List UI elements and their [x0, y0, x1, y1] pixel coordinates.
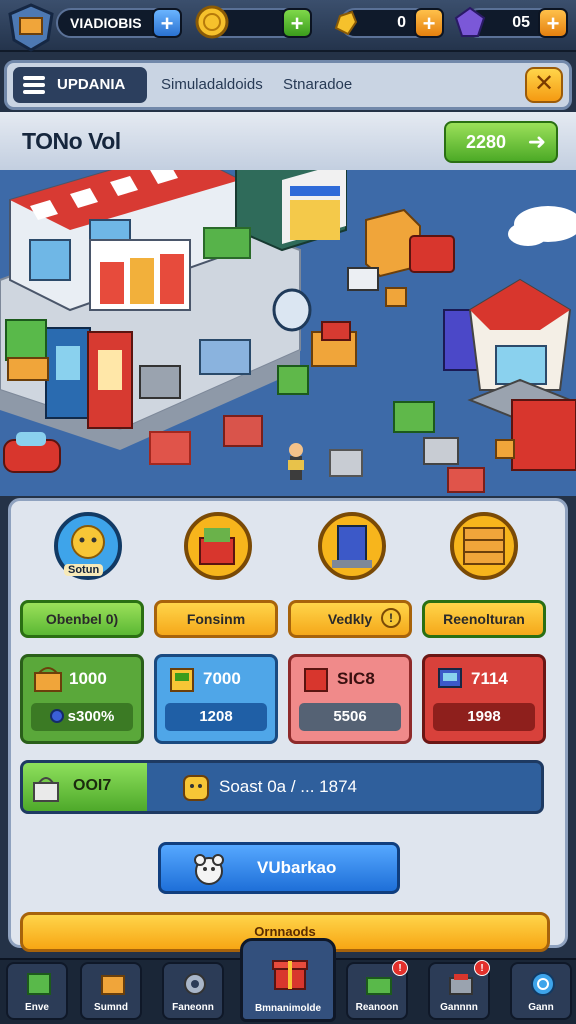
shelf-icon[interactable] — [448, 510, 520, 582]
register-icon — [170, 668, 194, 692]
category-button-1[interactable]: Obenbel 0) — [20, 600, 144, 638]
stat-card-2[interactable]: 7000 1208 — [154, 654, 278, 744]
progress-label: OOI7 — [73, 777, 112, 794]
stat-1-value: 1000 — [69, 669, 107, 688]
gem-pill: 0 + — [334, 8, 444, 38]
category-button-3-label: Vedkly — [327, 611, 373, 627]
tab-standard[interactable]: Stnaradoe — [283, 67, 352, 103]
energy-pill: 05 + — [454, 6, 568, 38]
stat-4-value: 7114 — [471, 669, 508, 688]
main-action-label: VUbarkao — [257, 858, 337, 877]
store-value-button[interactable]: 2280 ➜ — [444, 121, 558, 163]
close-button[interactable]: ✕ — [525, 67, 563, 103]
tab-updania[interactable]: UPDANIA — [13, 67, 147, 103]
store-title: TONo Vol — [22, 128, 121, 154]
category-button-4[interactable]: Reenolturan — [422, 600, 546, 638]
main-action-button[interactable]: VUbarkao — [158, 842, 400, 894]
nav-item-5[interactable]: ! Reanoon — [346, 960, 408, 1020]
box-icon — [101, 975, 125, 995]
player-name-pill: VIADIOBIS + — [56, 8, 182, 38]
gear-icon — [49, 709, 64, 723]
nav-label-6: Gannnn — [440, 1002, 478, 1013]
tab-simulation[interactable]: Simuladaldoids — [161, 67, 263, 103]
category-name: Sotun — [64, 564, 104, 576]
nav-label-3: Faneonn — [172, 1002, 214, 1013]
gem-add-button[interactable]: + — [414, 8, 444, 38]
category-button-3[interactable]: Vedkly ! — [288, 600, 412, 638]
box-icon[interactable] — [316, 510, 388, 582]
gear-icon — [184, 973, 206, 995]
notification-badge: ! — [392, 960, 408, 976]
face-icon — [183, 775, 209, 801]
crate-icon — [304, 668, 328, 692]
stat-4-sub: 1998 — [433, 703, 535, 731]
monitor-icon — [438, 668, 462, 688]
stat-1-sub-text: s300% — [67, 708, 115, 725]
basket-icon — [33, 777, 59, 802]
tab-label: UPDANIA — [57, 76, 126, 93]
stat-card-1[interactable]: 1000 s300% — [20, 654, 144, 744]
stat-3-sub: 5506 — [299, 703, 401, 731]
register-icon — [449, 974, 473, 995]
basket-icon — [34, 667, 62, 692]
game-screen: VIADIOBIS + + 0 + 05 + UPDANIA Simuladal… — [0, 0, 576, 1024]
nav-item-6[interactable]: ! Gannnn — [428, 960, 490, 1020]
stat-1-sub: s300% — [31, 703, 133, 731]
stat-card-4[interactable]: 7114 1998 — [422, 654, 546, 744]
energy-add-button[interactable]: + — [538, 8, 568, 38]
coin-pill: + — [195, 5, 312, 39]
nav-label-1: Enve — [25, 1002, 49, 1013]
nav-label-2: Sumnd — [94, 1002, 128, 1013]
nav-label-center: Bmnanimolde — [254, 1003, 322, 1014]
cash-icon — [366, 977, 392, 995]
store-shield-icon[interactable] — [6, 2, 56, 52]
progress-text: Soast 0a / ... 1874 — [219, 777, 357, 796]
stat-card-3[interactable]: SIC8 5506 — [288, 654, 412, 744]
bear-icon — [194, 854, 224, 885]
isometric-store-illustration — [0, 170, 576, 496]
menu-icon — [23, 76, 45, 94]
cart-icon[interactable] — [182, 510, 254, 582]
crate-icon — [27, 973, 51, 995]
progress-bar: OOI7 Soast 0a / ... 1874 — [20, 760, 544, 814]
resource-bar: VIADIOBIS + + 0 + 05 + — [0, 0, 576, 52]
coin-icon — [195, 5, 229, 39]
nav-label-7: Gann — [528, 1002, 554, 1013]
gem-value: 0 — [397, 14, 406, 31]
category-button-2[interactable]: Fonsinm — [154, 600, 278, 638]
arrow-right-icon: ➜ — [527, 129, 546, 154]
nav-item-3[interactable]: Faneonn — [162, 962, 224, 1020]
help-icon — [531, 972, 555, 996]
nav-label-5: Reanoon — [355, 1002, 399, 1013]
nav-item-7[interactable]: Gann — [510, 962, 572, 1020]
bell-icon — [334, 10, 358, 36]
energy-value: 05 — [512, 14, 530, 31]
stat-2-sub: 1208 — [165, 703, 267, 731]
stat-3-value: SIC8 — [337, 669, 375, 688]
stat-2-value: 7000 — [203, 669, 241, 688]
store-scene[interactable] — [0, 170, 576, 496]
player-name: VIADIOBIS — [70, 15, 142, 31]
profile-add-button[interactable]: + — [152, 8, 182, 38]
gift-icon — [272, 960, 308, 990]
notification-badge: ! — [474, 960, 490, 976]
nav-item-center[interactable]: Bmnanimolde — [240, 938, 336, 1022]
info-icon: ! — [381, 608, 401, 628]
nav-item-2[interactable]: Sumnd — [80, 962, 142, 1020]
coin-add-button[interactable]: + — [282, 8, 312, 38]
nav-item-1[interactable]: Enve — [6, 962, 68, 1020]
smiley-icon[interactable]: Sotun — [52, 510, 124, 582]
header-tab-bar: UPDANIA Simuladaldoids Stnaradoe ✕ — [4, 60, 572, 110]
crystal-icon — [454, 6, 486, 37]
store-value: 2280 — [466, 132, 507, 152]
